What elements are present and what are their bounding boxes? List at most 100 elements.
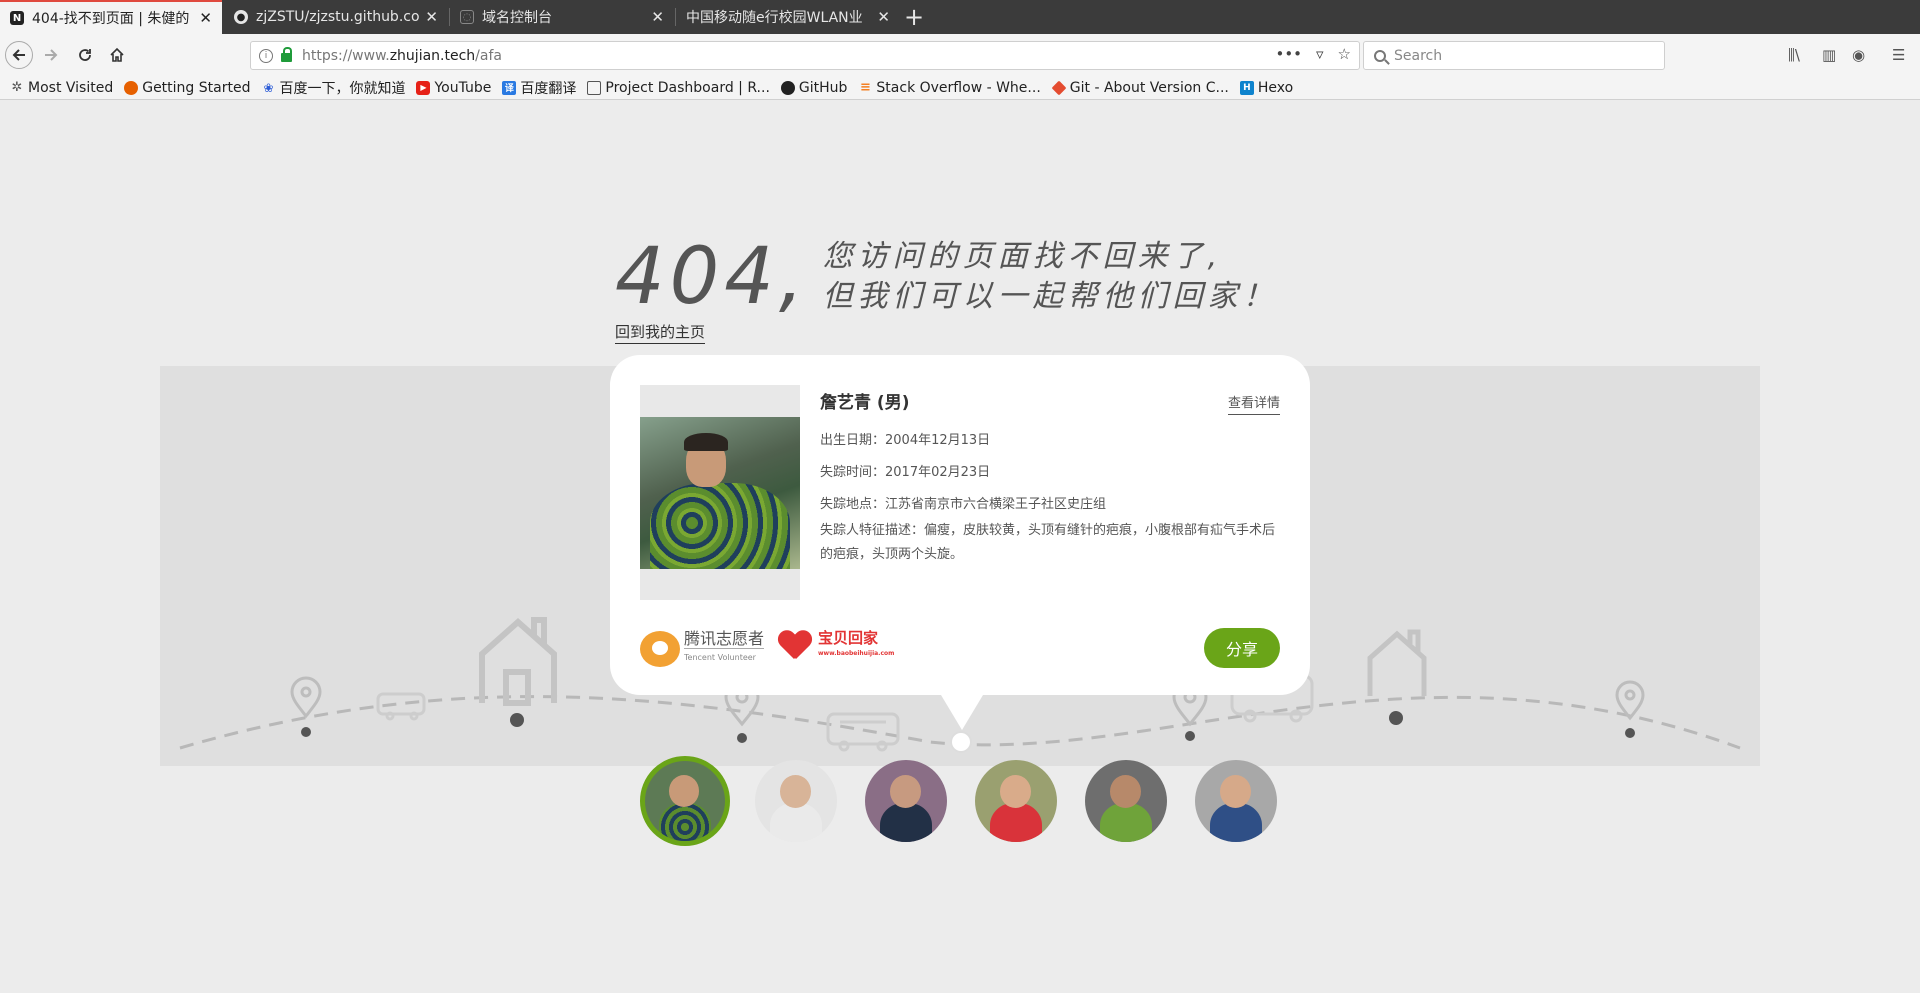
child-thumbnail[interactable]: [1085, 760, 1167, 842]
child-thumbnail[interactable]: [755, 760, 837, 842]
bookmark-baidu[interactable]: ❀ 百度一下，你就知道: [261, 78, 405, 98]
home-button[interactable]: [104, 42, 130, 68]
tencent-volunteer-logo[interactable]: 腾讯志愿者 Tencent Volunteer: [640, 629, 765, 667]
child-thumbnail[interactable]: [865, 760, 947, 842]
bookmarks-toolbar: ✲ Most Visited Getting Started ❀ 百度一下，你就知道…: [0, 76, 1920, 100]
message-line-1: 您访问的页面找不回来了,: [822, 239, 1223, 274]
route-dot: [737, 733, 747, 743]
tab-label: zjZSTU/zjzstu.github.co: [256, 9, 420, 25]
route-dot: [301, 727, 311, 737]
bus-icon: [826, 712, 900, 752]
photo-frame: [640, 385, 800, 600]
bookmark-label: Getting Started: [142, 79, 251, 96]
pocket-icon[interactable]: ▿: [1316, 45, 1324, 63]
baobeihuijia-logo[interactable]: 宝贝回家 www.baobeihuijia.com: [778, 630, 894, 662]
library-icon[interactable]: ⫼\: [1788, 46, 1800, 64]
url-domain: zhujian.tech: [389, 47, 476, 64]
search-icon: [1374, 49, 1386, 62]
route-dot: [1185, 731, 1195, 741]
url-bar[interactable]: i https://www.zhujian.tech/afa ••• ▿ ☆: [250, 41, 1360, 70]
share-button[interactable]: 分享: [1204, 628, 1280, 668]
baobei-logo-text: 宝贝回家: [818, 629, 879, 647]
arrow-right-icon: [45, 49, 58, 61]
child-thumbnail[interactable]: [640, 756, 730, 846]
forward-button[interactable]: [38, 42, 64, 68]
bookmark-label: Most Visited: [28, 79, 114, 96]
reload-icon: [79, 49, 91, 61]
bookmark-github[interactable]: GitHub: [780, 80, 847, 96]
bookmark-label: 百度一下，你就知道: [279, 80, 406, 97]
tab-404[interactable]: N 404-找不到页面 | 朱健的 ✕: [0, 0, 222, 34]
tencent-logo-text: 腾讯志愿者: [684, 629, 765, 648]
new-tab-button[interactable]: +: [904, 3, 924, 31]
tencent-logo-subtext: Tencent Volunteer: [684, 648, 765, 667]
stackoverflow-icon: ≡: [859, 80, 871, 95]
bookmark-label: Project Dashboard | R...: [605, 79, 770, 96]
home-icon: [110, 47, 124, 62]
arrow-left-icon: [12, 49, 25, 61]
url-prefix: https://www.: [302, 47, 390, 64]
navigation-bar: i https://www.zhujian.tech/afa ••• ▿ ☆ S…: [0, 34, 1920, 76]
git-icon: [1051, 80, 1067, 95]
bookmark-getting-started[interactable]: Getting Started: [124, 80, 250, 96]
bookmark-star-icon[interactable]: ☆: [1338, 45, 1351, 63]
birth-date: 出生日期：2004年12月13日: [820, 433, 991, 448]
dashboard-icon: [587, 80, 602, 95]
baidu-translate-icon: 译: [502, 80, 517, 95]
baobei-logo-subtext: www.baobeihuijia.com: [818, 650, 895, 657]
house-icon: [1367, 629, 1427, 696]
github-icon: [780, 80, 795, 95]
route-dot: [1625, 728, 1635, 738]
menu-icon[interactable]: ☰: [1892, 46, 1905, 64]
bookmark-stackoverflow[interactable]: ≡ Stack Overflow - Whe...: [858, 80, 1041, 96]
close-tab-icon[interactable]: ✕: [199, 9, 212, 27]
back-button[interactable]: [5, 41, 33, 69]
sidebar-icon[interactable]: ▥: [1822, 46, 1836, 64]
gear-icon: ✲: [11, 80, 23, 95]
route-dot-current: [950, 731, 972, 753]
feature-description: 失踪人特征描述：偏瘦，皮肤较黄，头顶有缝针的疤痕，小腹根部有疝气手术后的疤痕，头…: [820, 523, 1276, 562]
close-tab-icon[interactable]: ✕: [651, 8, 664, 26]
bookmark-git[interactable]: Git - About Version C...: [1051, 79, 1229, 96]
info-icon[interactable]: i: [259, 48, 273, 63]
tab-github[interactable]: ● zjZSTU/zjzstu.github.co ✕: [224, 0, 448, 34]
tab-bar: N 404-找不到页面 | 朱健的 ✕ ● zjZSTU/zjzstu.gith…: [0, 0, 1920, 34]
error-code: 404,: [615, 232, 809, 322]
reload-button[interactable]: [72, 42, 98, 68]
missing-place: 失踪地点：江苏省南京市六合横梁王子社区史庄组: [820, 497, 1107, 512]
page-actions-icon[interactable]: •••: [1275, 45, 1302, 63]
firefox-icon: [124, 80, 139, 95]
bookmark-most-visited[interactable]: ✲ Most Visited: [10, 79, 114, 96]
search-bar[interactable]: Search: [1363, 41, 1665, 70]
site-favicon-icon: N: [10, 11, 24, 25]
close-tab-icon[interactable]: ✕: [425, 8, 438, 26]
cloud-icon: ◌: [460, 10, 474, 24]
bookmark-baidu-translate[interactable]: 译百度翻译: [502, 78, 576, 98]
tab-domain-console[interactable]: ◌ 域名控制台 ✕: [450, 0, 674, 34]
bookmark-label: Git - About Version C...: [1069, 79, 1229, 96]
bookmark-hexo[interactable]: H Hexo: [1239, 79, 1294, 96]
missing-person-card: 詹艺青 (男) 查看详情 出生日期：2004年12月13日 失踪时间：2017年…: [610, 355, 1310, 695]
view-details-link[interactable]: 查看详情: [1227, 392, 1280, 415]
bookmark-project-dashboard[interactable]: Project Dashboard | R...: [587, 80, 770, 96]
bookmark-label: Hexo: [1257, 79, 1294, 96]
child-thumbnail[interactable]: [1195, 760, 1277, 842]
hexo-icon: H: [1239, 80, 1254, 95]
bookmark-youtube[interactable]: ▶ YouTube: [416, 80, 491, 96]
house-icon: [479, 617, 557, 706]
child-thumbnail[interactable]: [975, 760, 1057, 842]
message-line-2: 但我们可以一起帮他们回家！: [822, 279, 1278, 314]
youtube-icon: ▶: [416, 80, 431, 95]
url-text[interactable]: https://www.zhujian.tech/afa: [302, 48, 502, 64]
location-pin-icon: [290, 676, 322, 719]
tab-wlan[interactable]: 中国移动随e行校园WLAN业 ✕: [676, 0, 900, 34]
missing-time: 失踪时间：2017年02月23日: [820, 465, 991, 480]
tencent-volunteer-icon: [640, 630, 680, 667]
baidu-paw-icon: ❀: [263, 80, 274, 95]
heart-icon: [778, 631, 812, 661]
tab-label: 404-找不到页面 | 朱健的: [32, 11, 190, 27]
headline: 404, 您访问的页面找不回来了, 但我们可以一起帮他们回家！: [615, 232, 1278, 322]
extension-icon[interactable]: ◉: [1852, 46, 1865, 64]
home-link[interactable]: 回到我的主页: [615, 321, 706, 344]
close-tab-icon[interactable]: ✕: [877, 8, 890, 26]
